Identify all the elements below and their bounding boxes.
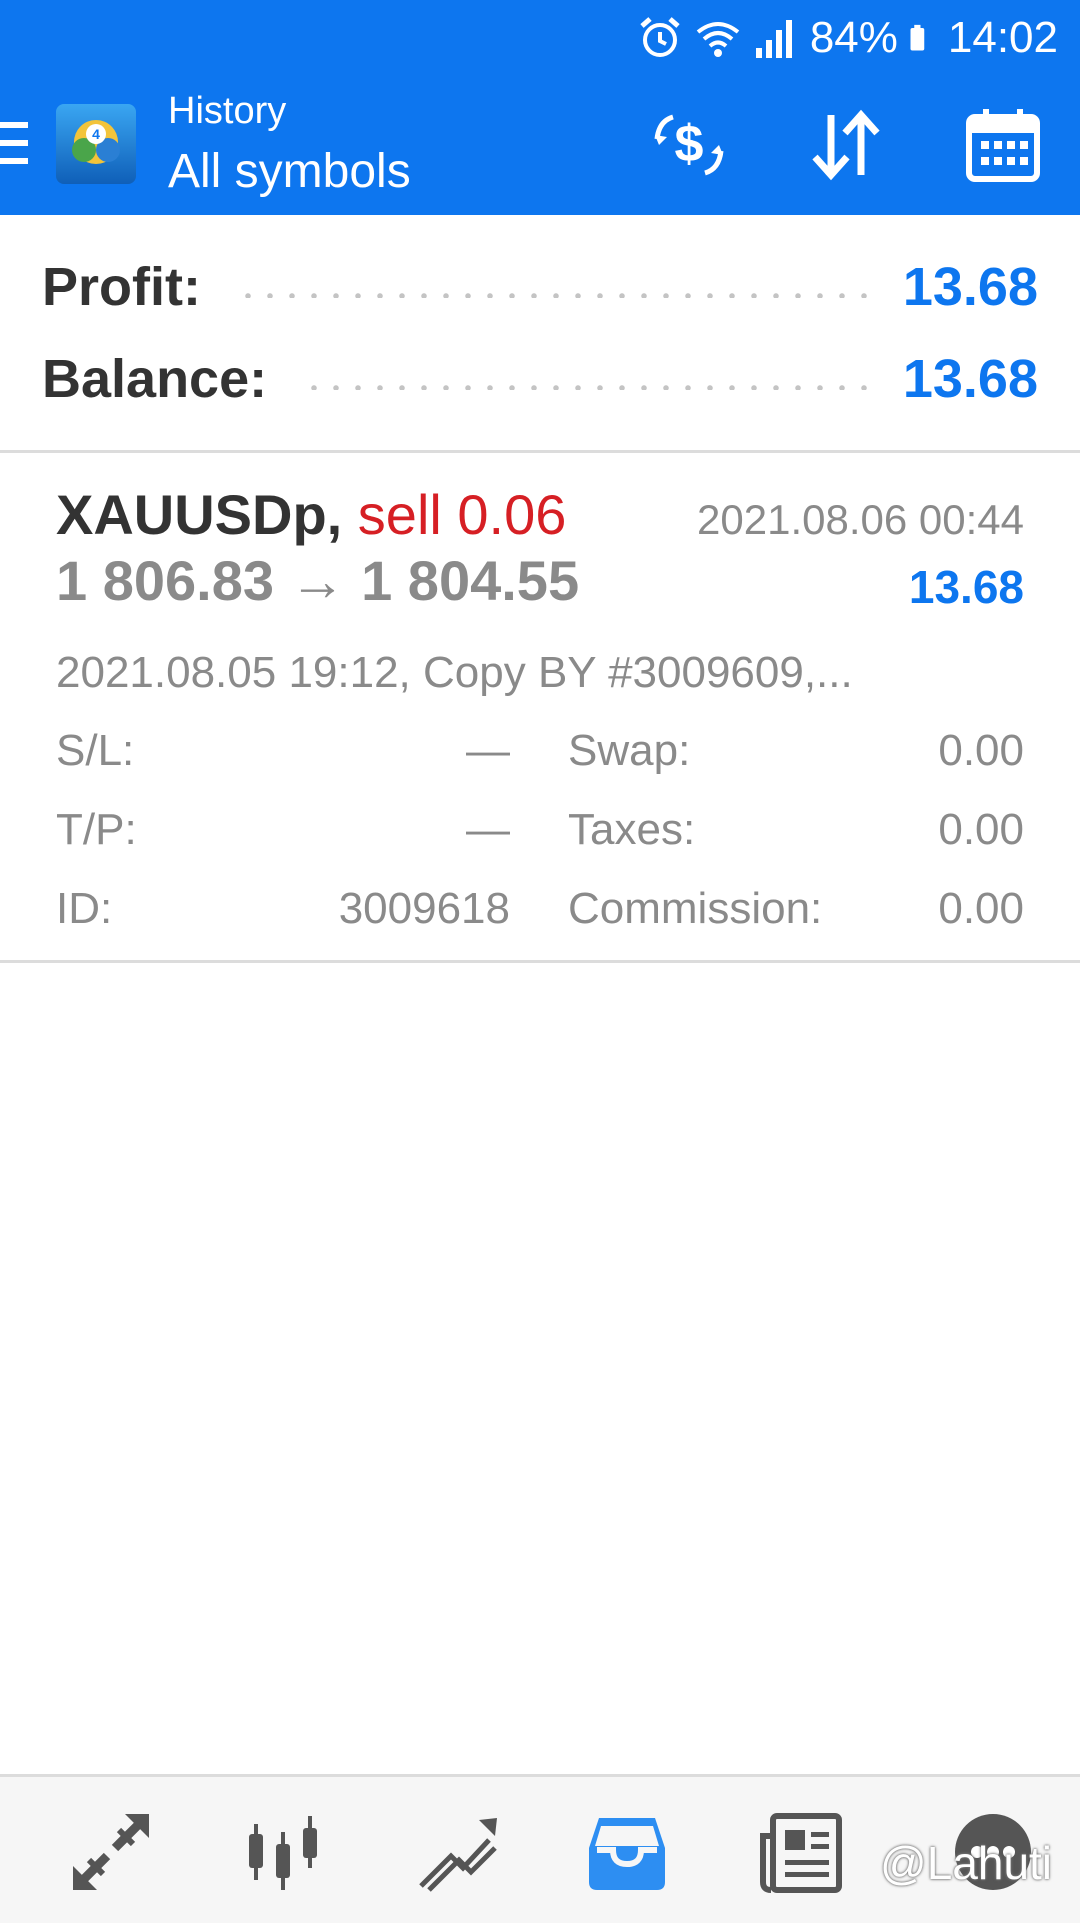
watermark: @Lahuti [880,1837,1053,1889]
nav-quotes[interactable] [66,1807,156,1897]
clock: 14:02 [947,13,1058,62]
divider [0,450,1080,453]
dotted-leader [236,292,867,298]
nav-news[interactable] [756,1807,846,1897]
taxes-value: 0.00 [938,805,1024,854]
trade-comment: 2021.08.05 19:12, Copy BY #3009609,... [56,648,853,697]
app-logo-icon[interactable]: 4 [56,104,136,184]
profit-label: Profit: [42,257,201,317]
id-label: ID: [56,884,113,933]
taxes-label: Taxes: [568,805,696,854]
alarm-icon [640,17,680,57]
trade-icon [419,1818,497,1892]
calendar-icon [966,109,1040,182]
title-block[interactable]: History All symbols [168,88,411,202]
quotes-icon [73,1814,149,1890]
sort-icon [812,109,880,181]
trade-symbol: XAUUSDp, sell 0.06 [56,482,566,547]
nav-chart[interactable] [238,1807,328,1897]
history-icon [589,1818,665,1890]
tp-value: — [466,805,510,854]
page-title: All symbols [168,145,411,198]
sort-button[interactable] [802,102,888,188]
news-icon [760,1813,842,1893]
swap-value: 0.00 [938,726,1024,775]
nav-history[interactable] [582,1807,672,1897]
balance-value: 13.68 [902,349,1038,409]
page-subtitle: History [168,90,287,132]
status-bar: 84% 14:02 [0,0,1080,74]
balance-label: Balance: [42,349,268,409]
battery-icon [910,24,925,51]
profit-row: Profit: 13.68 [42,252,1038,322]
balance-operations-icon: $ [654,114,724,176]
signal-icon [755,20,792,58]
trade-profit: 13.68 [908,561,1024,613]
close-time: 2021.08.06 00:44 [697,496,1024,543]
nav-trade[interactable] [412,1807,502,1897]
trade-direction: sell 0.06 [357,483,567,546]
balance-operations-button[interactable]: $ [646,102,732,188]
svg-text:4: 4 [92,126,100,142]
app-bar: 84% 14:02 4 History All symbols $ [0,0,1080,215]
svg-text:$: $ [675,115,704,173]
id-value: 3009618 [338,884,510,933]
dotted-leader [303,384,867,390]
tp-label: T/P: [56,805,137,854]
sl-label: S/L: [56,726,135,775]
calendar-button[interactable] [960,102,1046,188]
trade-header: XAUUSDp, sell 0.06 2021.08.06 00:44 [56,478,1024,550]
profit-value: 13.68 [902,257,1038,317]
open-close-prices: 1 806.83 → 1 804.55 [56,549,580,612]
commission-value: 0.00 [938,884,1024,933]
chart-icon [249,1816,317,1890]
swap-label: Swap: [568,726,691,775]
sl-value: — [466,726,510,775]
commission-label: Commission: [568,884,823,933]
symbol-name: XAUUSDp, [56,483,343,546]
battery-percent: 84% [809,13,898,62]
divider [0,960,1080,963]
wifi-icon [696,22,740,57]
balance-row: Balance: 13.68 [42,344,1038,414]
menu-icon[interactable] [0,118,30,168]
